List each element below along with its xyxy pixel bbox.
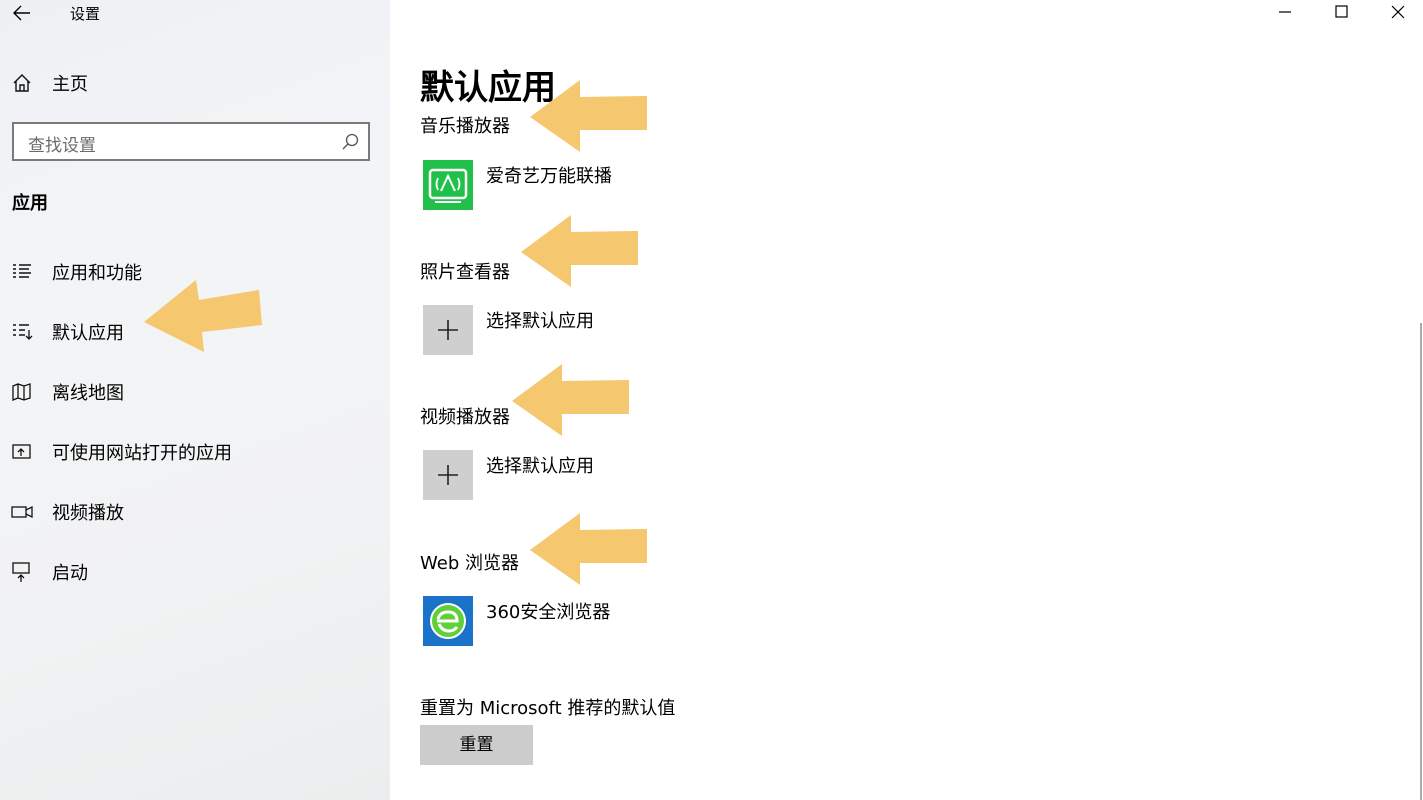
annotation-arrow-icon (144, 280, 262, 352)
sidebar-item-apps-for-websites[interactable]: 可使用网站打开的应用 (0, 427, 390, 477)
sidebar-item-label: 启动 (52, 563, 88, 584)
category-label-photos: 照片查看器 (420, 262, 510, 283)
category-label-web-browser: Web 浏览器 (420, 553, 519, 574)
video-playback-icon (11, 505, 33, 519)
category-label-music: 音乐播放器 (420, 116, 510, 137)
minimize-button[interactable] (1257, 0, 1313, 24)
search-icon (342, 133, 359, 150)
default-app-music[interactable]: 爱奇艺万能联播 (423, 160, 923, 212)
sidebar-item-video-playback[interactable]: 视频播放 (0, 487, 390, 537)
360-browser-icon (423, 596, 473, 646)
sidebar-item-label: 可使用网站打开的应用 (52, 443, 232, 464)
annotation-arrow-icon (521, 215, 638, 287)
reset-button[interactable]: 重置 (420, 725, 533, 765)
sidebar: 设置 主页 查找设置 应用 应用和功能 默认应用 离线地图 可使用网站打开的应用… (0, 0, 390, 800)
offline-maps-icon (12, 383, 31, 401)
app-name: 选择默认应用 (486, 311, 594, 332)
scrollbar[interactable] (1420, 323, 1422, 800)
default-app-video[interactable]: 选择默认应用 (423, 450, 923, 502)
default-app-photos[interactable]: 选择默认应用 (423, 305, 923, 357)
section-title: 应用 (12, 193, 48, 214)
maximize-icon (1335, 5, 1348, 18)
sidebar-item-startup[interactable]: 启动 (0, 547, 390, 597)
plus-icon (423, 450, 473, 500)
annotation-arrow-icon (530, 80, 647, 152)
sidebar-item-home[interactable]: 主页 (0, 58, 390, 108)
app-name: 360安全浏览器 (486, 602, 611, 623)
back-arrow-icon (13, 5, 30, 21)
sidebar-item-offline-maps[interactable]: 离线地图 (0, 367, 390, 417)
close-icon (1391, 5, 1405, 19)
sidebar-item-label: 离线地图 (52, 383, 124, 404)
search-input[interactable]: 查找设置 (12, 122, 370, 161)
close-button[interactable] (1367, 0, 1423, 24)
window-title: 设置 (70, 5, 101, 23)
maximize-button[interactable] (1313, 0, 1369, 24)
app-name: 选择默认应用 (486, 456, 594, 477)
startup-icon (12, 562, 30, 582)
default-app-web-browser[interactable]: 360安全浏览器 (423, 596, 923, 648)
iqiyi-icon (423, 160, 473, 210)
sidebar-item-label: 视频播放 (52, 503, 124, 524)
search-placeholder: 查找设置 (28, 136, 96, 156)
apps-for-websites-icon (12, 444, 31, 459)
default-apps-icon (13, 324, 33, 340)
back-button[interactable] (10, 2, 34, 24)
annotation-arrow-icon (512, 364, 629, 436)
app-name: 爱奇艺万能联播 (486, 166, 612, 187)
sidebar-item-label: 应用和功能 (52, 263, 142, 284)
reset-label: 重置为 Microsoft 推荐的默认值 (420, 698, 676, 719)
annotation-arrow-icon (530, 513, 647, 585)
sidebar-home-label: 主页 (52, 74, 88, 95)
plus-icon (423, 305, 473, 355)
home-icon (13, 74, 31, 92)
sidebar-item-label: 默认应用 (52, 323, 124, 344)
category-label-video: 视频播放器 (420, 407, 510, 428)
apps-features-icon (13, 264, 31, 278)
minimize-icon (1279, 11, 1291, 13)
